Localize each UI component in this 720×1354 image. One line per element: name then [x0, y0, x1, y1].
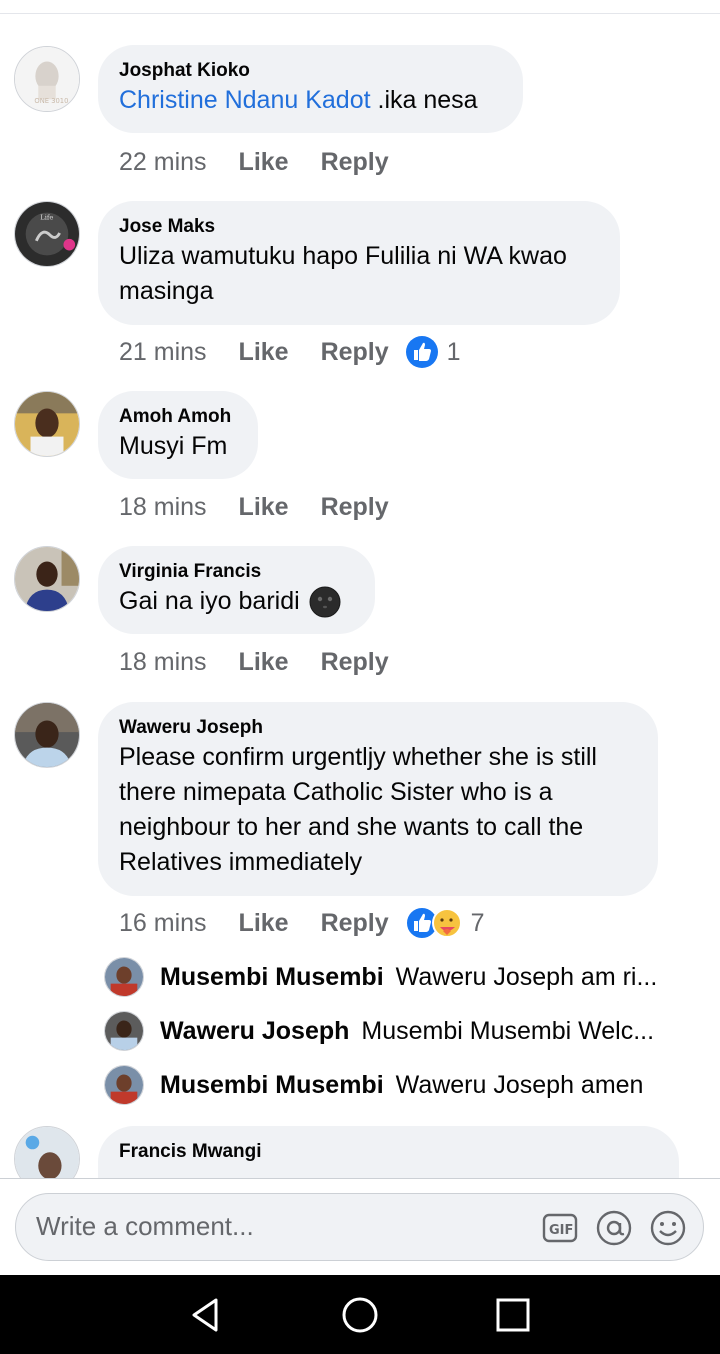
care-reaction-icon	[431, 908, 462, 938]
comment-bubble: Virginia Francis Gai na iyo baridi	[98, 546, 375, 634]
comment-bubble: Josphat Kioko Christine Ndanu Kadot .ika…	[98, 45, 523, 133]
avatar[interactable]	[14, 391, 80, 457]
reaction-count: 7	[470, 908, 485, 937]
reply-author[interactable]: Musembi Musembi	[160, 963, 384, 992]
reply-preview[interactable]: Waweru Joseph Musembi Musembi Welc...	[104, 1009, 654, 1053]
reaction-count: 1	[446, 337, 461, 366]
comment-time[interactable]: 18 mins	[119, 648, 207, 677]
comment-text: Musyi Fm	[119, 432, 228, 460]
comment-bubble: Amoh Amoh Musyi Fm	[98, 391, 258, 479]
comment-time[interactable]: 21 mins	[119, 338, 207, 367]
reply-author[interactable]: Waweru Joseph	[160, 1017, 349, 1046]
comment-meta: 16 mins Like Reply 7	[119, 905, 485, 941]
avatar[interactable]	[14, 702, 80, 768]
comment-author[interactable]: Waweru Joseph	[119, 716, 636, 740]
reply-text: Musembi Musembi Welc...	[361, 1016, 655, 1045]
like-button[interactable]: Like	[239, 493, 289, 522]
new-moon-face-emoji	[309, 586, 341, 617]
like-reaction-icon	[405, 336, 438, 368]
comment-meta: 18 mins Like Reply	[119, 644, 421, 680]
comments-feed: ONE 3010 Josphat Kioko Christine Ndanu K…	[0, 0, 720, 1178]
avatar[interactable]	[104, 1065, 144, 1105]
home-nav-icon[interactable]	[340, 1295, 380, 1335]
system-nav-bar	[0, 1275, 720, 1354]
comment-composer: Write a comment... GIF	[0, 1179, 720, 1275]
comment-text: Uliza wamutuku hapo Fulilia ni WA kwao m…	[119, 242, 567, 305]
comment-author[interactable]: Amoh Amoh	[119, 405, 236, 429]
comment-bubble: Jose Maks Uliza wamutuku hapo Fulilia ni…	[98, 201, 620, 325]
reply-author[interactable]: Musembi Musembi	[160, 1071, 384, 1100]
gif-icon[interactable]: GIF	[541, 1209, 579, 1247]
avatar[interactable]: ONE 3010	[14, 46, 80, 112]
reply-text: Waweru Joseph am ri...	[395, 962, 658, 991]
avatar[interactable]	[14, 546, 80, 612]
comment-input-placeholder: Write a comment...	[36, 1211, 254, 1241]
like-button[interactable]: Like	[239, 648, 289, 677]
svg-text:Life: Life	[40, 213, 53, 221]
comment-meta: 18 mins Like Reply	[119, 489, 421, 525]
reply-button[interactable]: Reply	[321, 148, 389, 177]
reply-preview[interactable]: Musembi Musembi Waweru Joseph am ri...	[104, 955, 657, 999]
reply-button[interactable]: Reply	[321, 493, 389, 522]
comment-author[interactable]: Francis Mwangi	[119, 1140, 657, 1164]
reply-button[interactable]: Reply	[321, 648, 389, 677]
comment-author[interactable]: Virginia Francis	[119, 560, 353, 584]
comment-body: .ika nesa	[370, 86, 478, 114]
recents-nav-icon[interactable]	[493, 1295, 533, 1335]
comment-text: Christine Ndanu Kadot .ika nesa	[119, 83, 501, 118]
comment-time[interactable]: 16 mins	[119, 909, 207, 938]
comment-author[interactable]: Josphat Kioko	[119, 59, 501, 83]
comment-bubble: Francis Mwangi	[98, 1126, 679, 1178]
comment-input[interactable]: Write a comment... GIF	[15, 1193, 704, 1261]
at-mention-icon[interactable]	[595, 1209, 633, 1247]
reply-preview[interactable]: Musembi Musembi Waweru Joseph amen	[104, 1063, 643, 1107]
comment-meta: 21 mins Like Reply 1	[119, 334, 461, 370]
mention-link[interactable]: Christine Ndanu Kadot	[119, 86, 371, 114]
avatar[interactable]	[14, 1126, 80, 1178]
svg-text:GIF: GIF	[549, 1223, 573, 1238]
comment-meta: 22 mins Like Reply	[119, 144, 421, 180]
reactions-summary[interactable]: 1	[405, 335, 461, 369]
avatar[interactable]	[104, 1011, 144, 1051]
emoji-icon[interactable]	[649, 1209, 687, 1247]
avatar[interactable]	[104, 957, 144, 997]
reactions-summary[interactable]: 7	[404, 906, 485, 940]
reply-text: Waweru Joseph amen	[395, 1070, 644, 1099]
comment-author[interactable]: Jose Maks	[119, 215, 598, 239]
like-button[interactable]: Like	[239, 338, 289, 367]
comment-text: Please confirm urgentljy whether she is …	[119, 743, 597, 876]
reply-button[interactable]: Reply	[321, 909, 389, 938]
back-nav-icon[interactable]	[186, 1295, 226, 1335]
comment-time[interactable]: 18 mins	[119, 493, 207, 522]
like-button[interactable]: Like	[239, 148, 289, 177]
comment-body: Gai na iyo baridi	[119, 587, 300, 615]
comment-bubble: Waweru Joseph Please confirm urgentljy w…	[98, 702, 658, 896]
reply-button[interactable]: Reply	[321, 338, 389, 367]
comment-time[interactable]: 22 mins	[119, 148, 207, 177]
comment-text: Gai na iyo baridi	[119, 584, 353, 619]
like-button[interactable]: Like	[239, 909, 289, 938]
svg-text:ONE 3010: ONE 3010	[34, 97, 68, 105]
avatar[interactable]: Life	[14, 201, 80, 267]
